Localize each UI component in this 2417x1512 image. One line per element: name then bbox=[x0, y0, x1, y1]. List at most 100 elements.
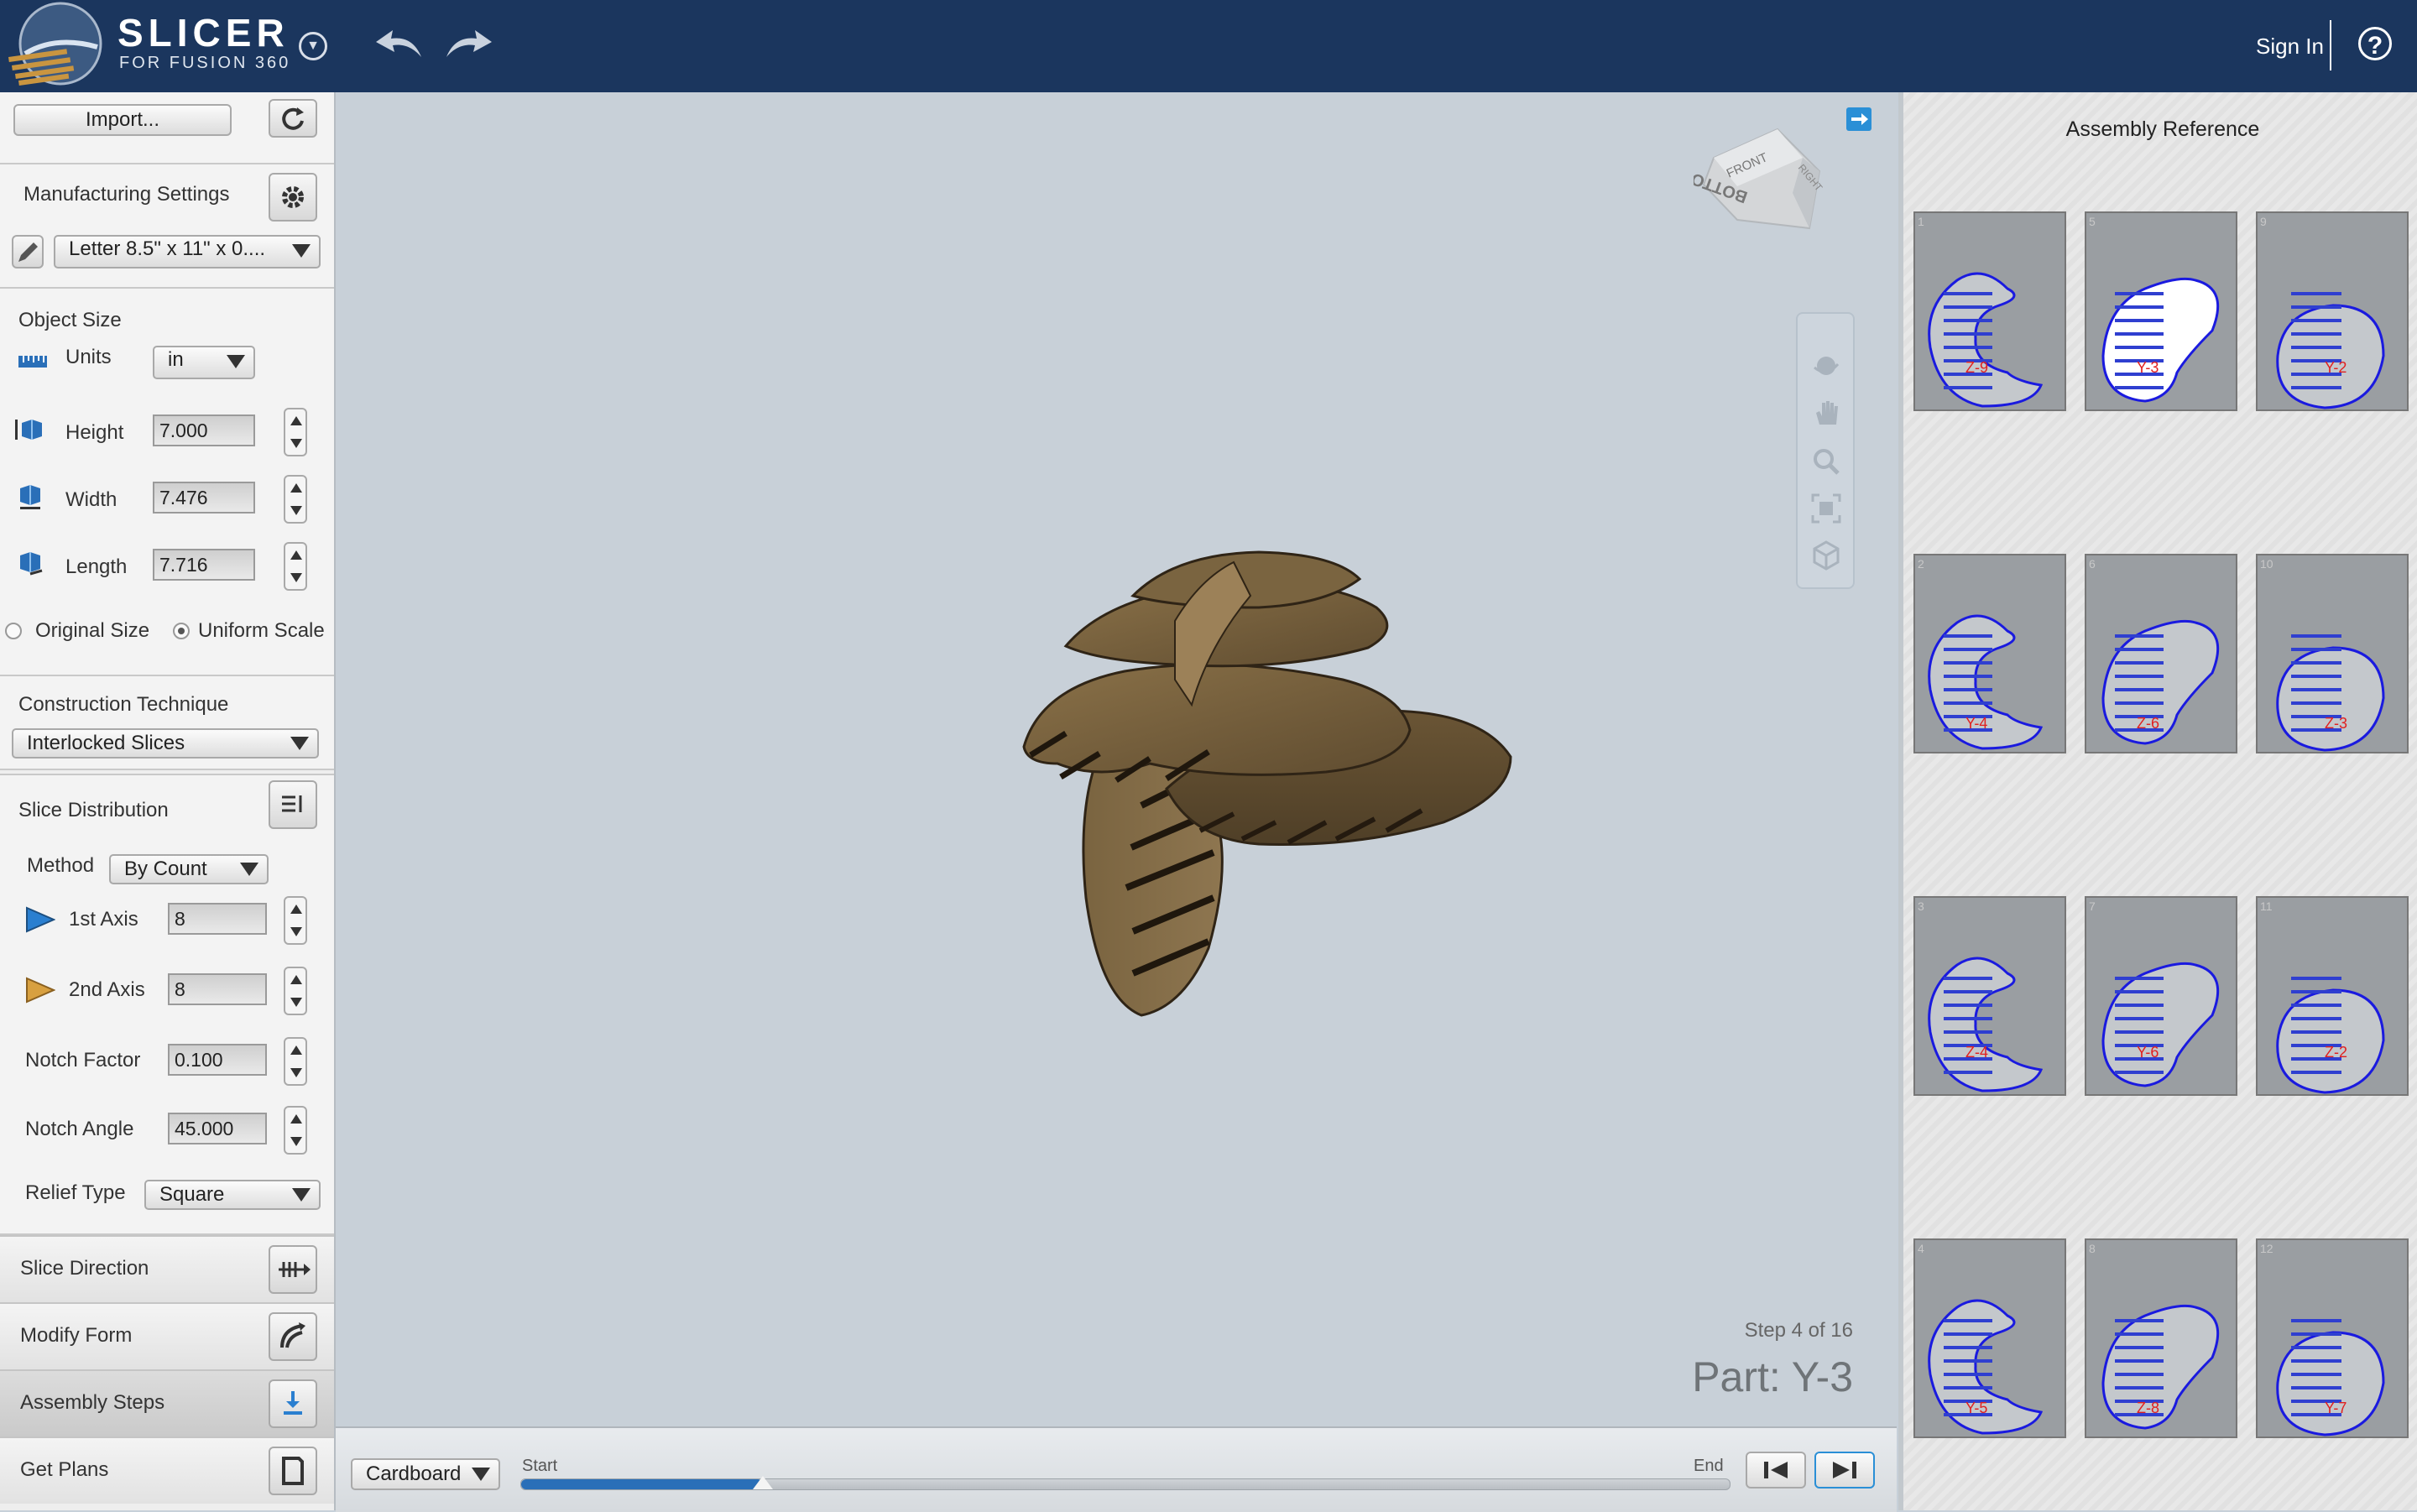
assembly-thumbnail[interactable]: 12 Y-7 bbox=[2256, 1238, 2409, 1438]
assembly-thumbnail[interactable]: 7 Y-6 bbox=[2085, 896, 2237, 1096]
pan-hand-icon[interactable] bbox=[1809, 396, 1843, 430]
assembly-thumbnail[interactable]: 11 Z-2 bbox=[2256, 896, 2409, 1096]
chevron-down-icon bbox=[292, 1188, 311, 1202]
notch-angle-field[interactable]: 45.000 bbox=[168, 1113, 267, 1144]
refresh-icon bbox=[282, 107, 304, 130]
notch-factor-stepper[interactable] bbox=[284, 1037, 307, 1086]
assembly-thumbnail[interactable]: 2 Y-4 bbox=[1913, 554, 2066, 753]
slice-outline-drawing: Z-8 bbox=[2101, 1304, 2220, 1430]
step-slice-direction[interactable]: Slice Direction bbox=[0, 1235, 334, 1302]
object-size-label: Object Size bbox=[18, 309, 122, 331]
slice-outline-drawing: Z-4 bbox=[1928, 957, 2044, 1092]
slice-outline-drawing: Z-9 bbox=[1928, 272, 2044, 408]
height-field[interactable]: 7.000 bbox=[153, 414, 255, 446]
method-dropdown[interactable]: By Count bbox=[109, 854, 269, 884]
part-label: Z-6 bbox=[2137, 715, 2159, 732]
assembly-thumbnail[interactable]: 8 Z-8 bbox=[2085, 1238, 2237, 1438]
assembly-thumbnail[interactable]: 3 Z-4 bbox=[1913, 896, 2066, 1096]
top-bar: SLICER FOR FUSION 360 ▼ Sign In ? bbox=[0, 0, 2417, 92]
second-axis-field[interactable]: 8 bbox=[168, 973, 267, 1005]
assembly-thumbnail[interactable]: 10 Z-3 bbox=[2256, 554, 2409, 753]
length-cube-icon bbox=[20, 552, 43, 576]
assembly-thumbnail[interactable]: 5 Y-3 bbox=[2085, 211, 2237, 411]
zoom-icon[interactable] bbox=[1809, 445, 1843, 478]
slice-direction-button[interactable] bbox=[269, 1245, 317, 1294]
original-size-radio[interactable] bbox=[5, 623, 22, 639]
app-subtitle: FOR FUSION 360 bbox=[119, 54, 291, 72]
length-field[interactable]: 7.716 bbox=[153, 549, 255, 581]
redo-icon[interactable] bbox=[443, 25, 493, 62]
slice-outline-drawing: Z-6 bbox=[2101, 619, 2220, 745]
assembly-thumbnail[interactable]: 6 Z-6 bbox=[2085, 554, 2237, 753]
step-assembly-steps[interactable]: Assembly Steps bbox=[0, 1369, 334, 1436]
undo-icon[interactable] bbox=[374, 25, 425, 62]
part-label: Y-4 bbox=[1965, 715, 1987, 732]
assembly-reference-panel: Assembly Reference 1 Z-9 5 Y-3 9 Y-2 2 Y-4 6 Z-6 1… bbox=[1898, 92, 2417, 1510]
material-value: Cardboard bbox=[366, 1462, 462, 1485]
start-label: Start bbox=[522, 1457, 558, 1475]
first-axis-field[interactable]: 8 bbox=[168, 903, 267, 935]
sliced-model-render[interactable] bbox=[1007, 428, 1561, 1032]
download-icon bbox=[284, 1391, 302, 1415]
slice-direction-icon bbox=[279, 1262, 311, 1277]
manufacturing-settings-button[interactable] bbox=[269, 173, 317, 222]
slice-distribution-label: Slice Distribution bbox=[18, 799, 169, 821]
edit-sheet-button[interactable] bbox=[12, 235, 44, 269]
uniform-scale-radio[interactable] bbox=[173, 623, 190, 639]
part-label: Z-3 bbox=[2325, 715, 2347, 732]
app-menu-chevron-icon[interactable]: ▼ bbox=[299, 32, 327, 60]
relief-type-dropdown[interactable]: Square bbox=[144, 1180, 321, 1210]
length-stepper[interactable] bbox=[284, 542, 307, 591]
units-ruler-icon bbox=[18, 356, 47, 368]
left-panel: Import... Manufacturing Settings Letter … bbox=[0, 92, 336, 1510]
arrow-down-icon bbox=[290, 927, 302, 936]
get-plans-button[interactable] bbox=[269, 1447, 317, 1495]
second-axis-stepper[interactable] bbox=[284, 967, 307, 1015]
material-dropdown[interactable]: Cardboard bbox=[351, 1458, 500, 1490]
notch-factor-field[interactable]: 0.100 bbox=[168, 1044, 267, 1076]
width-field[interactable]: 7.476 bbox=[153, 482, 255, 514]
step-modify-form[interactable]: Modify Form bbox=[0, 1302, 334, 1369]
timeline-handle[interactable] bbox=[753, 1476, 773, 1489]
first-step-button[interactable] bbox=[1746, 1452, 1806, 1489]
assembly-thumbnail[interactable]: 4 Y-5 bbox=[1913, 1238, 2066, 1438]
notch-angle-stepper[interactable] bbox=[284, 1106, 307, 1155]
arrow-up-icon bbox=[290, 975, 302, 984]
chevron-down-icon bbox=[472, 1468, 490, 1481]
assembly-thumbnail[interactable]: 1 Z-9 bbox=[1913, 211, 2066, 411]
expand-panel-button[interactable] bbox=[1846, 107, 1871, 131]
width-stepper[interactable] bbox=[284, 475, 307, 524]
width-label: Width bbox=[65, 488, 117, 511]
units-dropdown[interactable]: in bbox=[153, 346, 255, 379]
height-stepper[interactable] bbox=[284, 408, 307, 456]
last-step-button[interactable] bbox=[1814, 1452, 1875, 1489]
units-label: Units bbox=[65, 346, 112, 368]
fit-view-icon[interactable] bbox=[1809, 492, 1843, 525]
uniform-scale-label: Uniform Scale bbox=[198, 619, 325, 642]
help-icon[interactable]: ? bbox=[2358, 27, 2392, 60]
slice-distribution-button[interactable] bbox=[269, 780, 317, 829]
first-axis-label: 1st Axis bbox=[69, 908, 138, 931]
assembly-steps-button[interactable] bbox=[269, 1379, 317, 1428]
manufacturing-settings-label: Manufacturing Settings bbox=[23, 183, 230, 206]
view-cube[interactable]: FRONT RIGHT BOTTOM bbox=[1694, 109, 1828, 243]
timeline-track[interactable] bbox=[520, 1476, 1731, 1490]
sheet-size-value: Letter 8.5" x 11" x 0.... bbox=[69, 237, 266, 260]
home-view-icon[interactable] bbox=[1809, 539, 1843, 572]
first-axis-stepper[interactable] bbox=[284, 896, 307, 945]
sheet-size-dropdown[interactable]: Letter 8.5" x 11" x 0.... bbox=[54, 235, 321, 269]
construction-technique-dropdown[interactable]: Interlocked Slices bbox=[12, 728, 319, 759]
step-get-plans[interactable]: Get Plans bbox=[0, 1436, 334, 1504]
list-icon bbox=[282, 795, 302, 812]
arrow-up-icon bbox=[290, 550, 302, 560]
3d-viewport[interactable]: FRONT RIGHT BOTTOM Step 4 of 16 Part: Y-… bbox=[336, 92, 1897, 1426]
part-label: Z-4 bbox=[1965, 1044, 1988, 1061]
modify-form-button[interactable] bbox=[269, 1312, 317, 1361]
arrow-up-icon bbox=[290, 1114, 302, 1124]
import-button[interactable]: Import... bbox=[13, 104, 232, 136]
orbit-icon[interactable] bbox=[1809, 349, 1843, 383]
refresh-button[interactable] bbox=[269, 99, 317, 138]
sign-in-link[interactable]: Sign In bbox=[2256, 34, 2324, 60]
method-label: Method bbox=[27, 854, 95, 877]
assembly-thumbnail[interactable]: 9 Y-2 bbox=[2256, 211, 2409, 411]
